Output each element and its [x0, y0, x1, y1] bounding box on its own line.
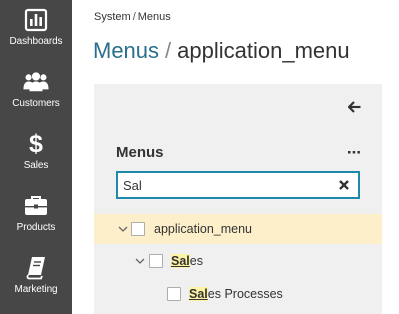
page-title-parent-link[interactable]: Menus	[93, 38, 159, 63]
book-icon	[23, 255, 49, 281]
tree-node-label-rest: es	[189, 254, 203, 268]
dashboard-icon	[23, 7, 49, 33]
sidebar-item-products[interactable]: Products	[0, 186, 72, 242]
breadcrumb-item-menus[interactable]: Menus	[138, 11, 171, 23]
tree-node-label[interactable]: application_menu	[154, 222, 252, 236]
sidebar-item-label: Marketing	[14, 284, 58, 295]
tree-search-box	[116, 171, 360, 199]
sidebar-item-label: Products	[16, 222, 56, 233]
sidebar-item-marketing[interactable]: Marketing	[0, 248, 72, 304]
tree-toggle[interactable]	[117, 223, 129, 235]
search-match-highlight: Sal	[171, 254, 190, 268]
tree-search-input[interactable]	[123, 173, 323, 197]
clear-search-button[interactable]	[338, 178, 350, 192]
page-title-separator: /	[165, 38, 172, 63]
page-title: Menus / application_menu	[93, 38, 350, 64]
tree-node-checkbox[interactable]	[149, 254, 163, 268]
sidebar-item-label: Sales	[23, 160, 49, 171]
dollar-icon: $	[29, 130, 43, 158]
tree-node-sales: Sales	[94, 246, 382, 276]
breadcrumb-item-system[interactable]: System	[94, 11, 131, 23]
sidebar-item-label: Dashboards	[9, 36, 63, 47]
arrow-left-icon	[347, 101, 360, 113]
chevron-down-icon	[118, 226, 128, 232]
close-icon	[339, 180, 349, 190]
more-actions-button[interactable]	[346, 145, 362, 159]
sidebar-item-dashboards[interactable]: Dashboards	[0, 0, 72, 56]
main-content: System / Menus Menus / application_menu Menu…	[72, 0, 399, 314]
tree-node-label[interactable]: Sales	[171, 254, 203, 268]
sidebar-item-sales[interactable]: $ Sales	[0, 124, 72, 180]
breadcrumb-separator: /	[132, 11, 136, 23]
collapse-panel-button[interactable]	[346, 99, 362, 115]
menus-tree-panel: Menus applicat	[94, 84, 382, 314]
tree-node-label[interactable]: Sales Processes	[189, 287, 283, 301]
customers-icon	[23, 69, 49, 95]
tree-toggle[interactable]	[134, 255, 146, 267]
tree-node-label-rest: es Processes	[207, 287, 283, 301]
sidebar-item-label: Customers	[12, 98, 60, 109]
tree-node-checkbox[interactable]	[131, 222, 145, 236]
page-title-text: application_menu	[177, 38, 350, 63]
tree-node-checkbox[interactable]	[167, 287, 181, 301]
more-icon	[348, 151, 360, 154]
tree-node-sales-processes: Sales Processes	[94, 279, 382, 309]
tree-node-application-menu: application_menu	[94, 214, 382, 244]
sidebar: Dashboards Customers $ Sales Products Ma…	[0, 0, 72, 314]
search-match-highlight: Sal	[189, 287, 208, 301]
chevron-down-icon	[135, 258, 145, 264]
panel-title: Menus	[116, 144, 164, 161]
sidebar-item-customers[interactable]: Customers	[0, 62, 72, 118]
briefcase-icon	[23, 193, 49, 219]
breadcrumb: System / Menus	[94, 11, 171, 23]
